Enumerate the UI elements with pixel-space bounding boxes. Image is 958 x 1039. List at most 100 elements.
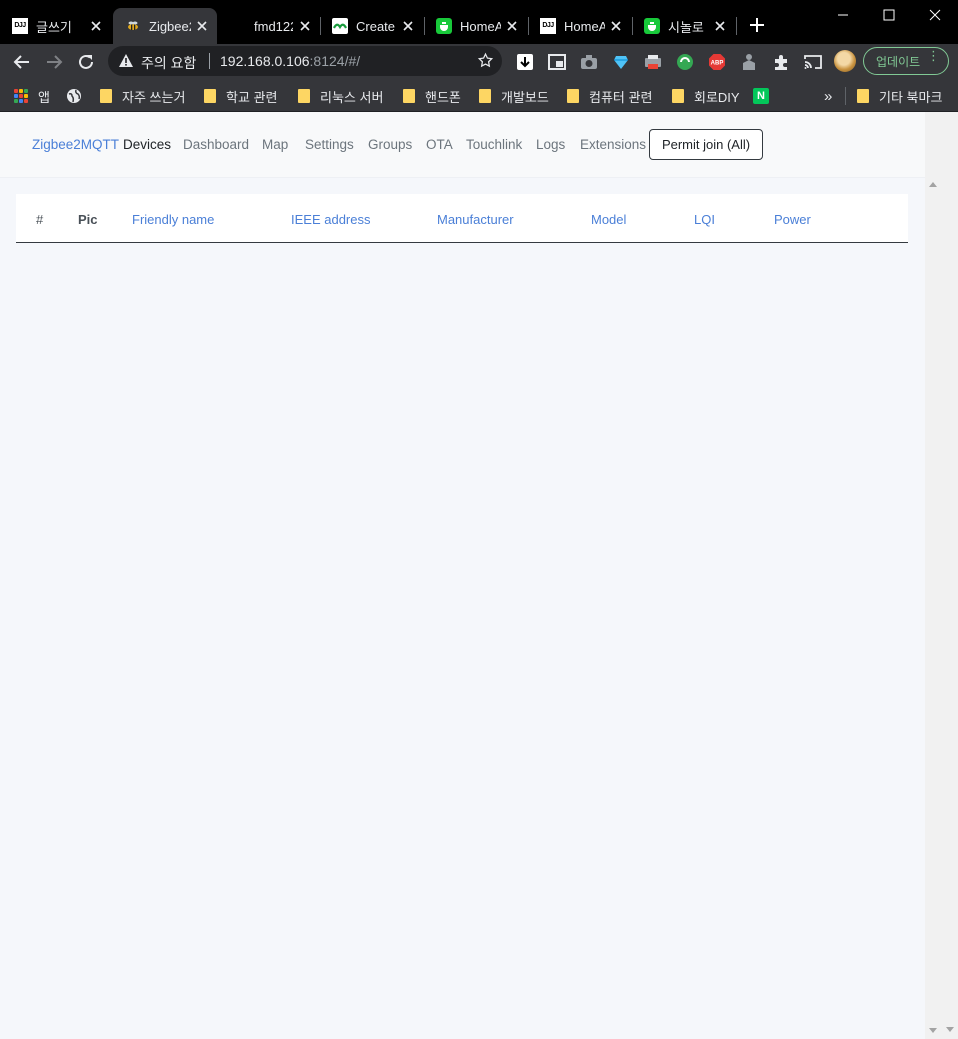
nav-settings[interactable]: Settings bbox=[305, 137, 354, 152]
tab-title: Zigbee2 bbox=[149, 18, 191, 34]
tab-title: 시놀로 bbox=[668, 19, 704, 35]
page-content: Zigbee2MQTT Devices Dashboard Map Settin… bbox=[0, 112, 942, 1039]
inner-scrollbar[interactable] bbox=[925, 112, 942, 1039]
maximize-icon[interactable] bbox=[866, 0, 912, 30]
cast-icon[interactable] bbox=[803, 52, 823, 72]
column-header-index[interactable]: # bbox=[36, 212, 43, 227]
permit-join-button[interactable]: Permit join (All) bbox=[649, 129, 763, 160]
close-icon[interactable] bbox=[712, 18, 728, 34]
figure-extension-icon[interactable] bbox=[739, 52, 759, 72]
tab-title: 글쓰기 bbox=[36, 19, 72, 35]
minimize-icon[interactable] bbox=[820, 0, 866, 30]
more-menu-icon[interactable]: ⋮ bbox=[927, 49, 940, 62]
bookmark-folder[interactable]: 회로DIY bbox=[672, 86, 740, 106]
other-bookmarks[interactable]: 기타 북마크 bbox=[857, 86, 942, 106]
bookmark-label: 개발보드 bbox=[501, 89, 549, 105]
folder-icon bbox=[479, 89, 491, 103]
outer-scrollbar[interactable] bbox=[942, 112, 958, 1039]
bookmark-apps[interactable]: 앱 bbox=[14, 86, 50, 106]
extensions-puzzle-icon[interactable] bbox=[771, 52, 791, 72]
bookmark-label: 자주 쓰는거 bbox=[122, 89, 186, 105]
close-icon[interactable] bbox=[609, 18, 624, 34]
close-icon[interactable] bbox=[195, 18, 209, 34]
profile-avatar[interactable] bbox=[834, 50, 856, 72]
column-header-power[interactable]: Power bbox=[774, 212, 811, 227]
security-status[interactable]: 주의 요함 bbox=[141, 53, 196, 73]
bookmark-folder[interactable]: 자주 쓰는거 bbox=[100, 86, 185, 106]
new-tab-icon[interactable] bbox=[748, 16, 766, 34]
bookmarks-overflow[interactable]: » bbox=[824, 86, 832, 106]
app-navbar: Zigbee2MQTT Devices Dashboard Map Settin… bbox=[0, 112, 942, 178]
naver-icon: N bbox=[753, 88, 769, 104]
address-bar[interactable]: 주의 요함 192.168.0.106:8124/#/ bbox=[108, 46, 502, 76]
chrome-print-icon[interactable] bbox=[643, 52, 663, 72]
url-text[interactable]: 192.168.0.106:8124/#/ bbox=[220, 53, 360, 69]
tab-title: fmd122 bbox=[254, 18, 294, 34]
gem-icon[interactable] bbox=[611, 52, 631, 72]
nav-touchlink[interactable]: Touchlink bbox=[466, 137, 522, 152]
folder-icon bbox=[100, 89, 112, 103]
devices-table: # Pic Friendly name IEEE address Manufac… bbox=[16, 194, 908, 243]
bookmark-label: 기타 북마크 bbox=[879, 89, 943, 105]
brand-link[interactable]: Zigbee2MQTT bbox=[32, 137, 119, 152]
bookmark-folder[interactable]: 컴퓨터 관련 bbox=[567, 86, 652, 106]
column-header-friendly-name[interactable]: Friendly name bbox=[132, 212, 214, 227]
close-icon[interactable] bbox=[88, 18, 104, 34]
apps-grid-icon bbox=[14, 89, 28, 103]
bookmark-divider bbox=[845, 87, 846, 105]
download-ext-icon[interactable] bbox=[515, 52, 535, 72]
synology-icon bbox=[644, 18, 660, 34]
picture-in-picture-icon[interactable] bbox=[547, 52, 567, 72]
reload-icon[interactable] bbox=[74, 50, 98, 74]
column-header-ieee-address[interactable]: IEEE address bbox=[291, 212, 371, 227]
scroll-down-arrow-icon[interactable] bbox=[929, 1028, 937, 1033]
nav-groups[interactable]: Groups bbox=[368, 137, 412, 152]
scroll-up-arrow-icon[interactable] bbox=[929, 182, 937, 187]
bookmark-folder[interactable]: 리눅스 서버 bbox=[298, 86, 383, 106]
back-icon[interactable] bbox=[10, 50, 34, 74]
close-icon[interactable] bbox=[297, 18, 312, 34]
bookmark-folder[interactable]: 개발보드 bbox=[479, 86, 549, 106]
nav-dashboard[interactable]: Dashboard bbox=[183, 137, 249, 152]
column-header-model[interactable]: Model bbox=[591, 212, 626, 227]
browser-tab-active[interactable]: Zigbee2 bbox=[113, 8, 217, 44]
url-host: 192.168.0.106 bbox=[220, 53, 310, 69]
browser-tab[interactable]: DJJ HomeA bbox=[528, 8, 633, 44]
adblock-plus-icon[interactable]: ABP bbox=[707, 52, 727, 72]
folder-icon bbox=[857, 89, 869, 103]
column-header-lqi[interactable]: LQI bbox=[694, 212, 715, 227]
close-icon[interactable] bbox=[505, 18, 520, 34]
nav-devices[interactable]: Devices bbox=[123, 137, 171, 152]
close-icon[interactable] bbox=[400, 18, 416, 34]
globe-icon[interactable] bbox=[66, 86, 82, 106]
bookmark-label: 컴퓨터 관련 bbox=[589, 89, 653, 105]
warning-icon[interactable] bbox=[118, 53, 134, 73]
abp-label: ABP bbox=[711, 61, 724, 67]
url-path: :8124/#/ bbox=[309, 53, 361, 69]
bookmark-label: 리눅스 서버 bbox=[320, 89, 384, 105]
bookmark-folder[interactable]: 학교 관련 bbox=[204, 86, 277, 106]
bookmark-star-icon[interactable] bbox=[477, 52, 494, 74]
forward-icon[interactable] bbox=[42, 50, 66, 74]
folder-icon bbox=[567, 89, 579, 103]
update-label: 업데이트 bbox=[876, 54, 921, 69]
nav-map[interactable]: Map bbox=[262, 137, 288, 152]
browser-tab[interactable]: Create bbox=[320, 8, 425, 44]
browser-tab[interactable]: HomeA bbox=[424, 8, 529, 44]
bookmark-folder[interactable]: 핸드폰 bbox=[403, 86, 461, 106]
column-header-manufacturer[interactable]: Manufacturer bbox=[437, 212, 514, 227]
browser-tab[interactable]: 시놀로 bbox=[632, 8, 737, 44]
nav-logs[interactable]: Logs bbox=[536, 137, 565, 152]
camera-icon[interactable] bbox=[579, 52, 599, 72]
update-button[interactable]: 업데이트 ⋮ bbox=[863, 47, 949, 75]
green-extension-icon[interactable] bbox=[675, 52, 695, 72]
browser-tab[interactable]: fmd122 bbox=[218, 8, 321, 44]
naver-bookmark[interactable]: N bbox=[753, 86, 769, 106]
folder-icon bbox=[298, 89, 310, 103]
scroll-down-arrow-icon[interactable] bbox=[946, 1027, 954, 1032]
close-window-icon[interactable] bbox=[912, 0, 958, 30]
browser-toolbar: 주의 요함 192.168.0.106:8124/#/ 14 ABP bbox=[0, 44, 958, 118]
browser-tab[interactable]: DJJ 글쓰기 bbox=[0, 8, 112, 44]
nav-ota[interactable]: OTA bbox=[426, 137, 453, 152]
nav-extensions[interactable]: Extensions bbox=[580, 137, 646, 152]
